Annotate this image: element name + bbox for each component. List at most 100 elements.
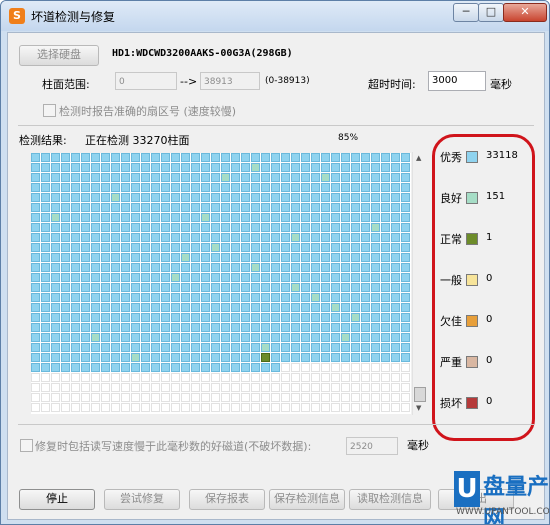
scroll-thumb[interactable] — [414, 387, 426, 402]
sector-cell — [171, 303, 180, 312]
sector-cell — [331, 223, 340, 232]
sector-cell — [161, 153, 170, 162]
sector-cell — [331, 303, 340, 312]
sector-cell — [41, 333, 50, 342]
sector-cell — [361, 293, 370, 302]
sector-cell — [101, 213, 110, 222]
sector-cell — [331, 323, 340, 332]
sector-cell — [401, 363, 410, 372]
save-info-button[interactable]: 保存检测信息 — [269, 489, 345, 510]
sector-cell — [31, 353, 40, 362]
sector-cell — [181, 373, 190, 382]
range-start-input[interactable]: 0 — [115, 72, 177, 90]
sector-cell — [61, 363, 70, 372]
sector-cell — [181, 213, 190, 222]
sector-cell — [31, 323, 40, 332]
sector-cell — [341, 303, 350, 312]
repair-slow-checkbox[interactable] — [20, 439, 33, 452]
sector-cell — [401, 193, 410, 202]
timeout-input[interactable]: 3000 — [428, 71, 486, 91]
sector-cell — [201, 353, 210, 362]
range-end-input[interactable]: 38913 — [200, 72, 260, 90]
report-sector-checkbox[interactable] — [43, 104, 56, 117]
sector-cell — [361, 193, 370, 202]
sector-cell — [71, 153, 80, 162]
sector-cell — [191, 273, 200, 282]
sector-cell — [271, 353, 280, 362]
sector-cell — [291, 403, 300, 412]
try-repair-button[interactable]: 尝试修复 — [104, 489, 180, 510]
main-panel: 选择硬盘 HD1:WDCWD3200AAKS-00G3A(298GB) 柱面范围… — [7, 32, 545, 520]
sector-cell — [361, 213, 370, 222]
sector-cell — [201, 363, 210, 372]
sector-cell — [31, 243, 40, 252]
sector-cell — [171, 173, 180, 182]
sector-cell — [101, 383, 110, 392]
sector-cell — [231, 153, 240, 162]
save-report-button[interactable]: 保存报表 — [189, 489, 265, 510]
sector-cell — [371, 383, 380, 392]
sector-cell — [231, 353, 240, 362]
sector-cell — [311, 283, 320, 292]
sector-cell — [121, 163, 130, 172]
load-info-button[interactable]: 读取检测信息 — [349, 489, 431, 510]
sector-cell — [341, 203, 350, 212]
highlight-circle — [432, 134, 535, 441]
stop-button[interactable]: 停止 — [19, 489, 95, 510]
sector-cell — [371, 363, 380, 372]
sector-cell — [311, 403, 320, 412]
sector-cell — [391, 243, 400, 252]
sector-cell — [231, 333, 240, 342]
sector-cell — [261, 323, 270, 332]
sector-cell — [381, 163, 390, 172]
sector-cell — [121, 383, 130, 392]
sector-cell — [401, 253, 410, 262]
minimize-button[interactable]: ─ — [453, 3, 479, 22]
sector-cell — [341, 323, 350, 332]
maximize-button[interactable]: □ — [478, 3, 504, 22]
scroll-down-icon[interactable]: ▼ — [416, 404, 421, 412]
sector-cell — [351, 383, 360, 392]
repair-slow-input[interactable]: 2520 — [346, 437, 398, 455]
sector-cell — [321, 163, 330, 172]
sector-cell — [201, 333, 210, 342]
sector-cell — [151, 223, 160, 232]
grid-scrollbar[interactable]: ▲ ▼ — [412, 152, 426, 415]
sector-cell — [71, 283, 80, 292]
sector-cell — [201, 263, 210, 272]
sector-cell — [111, 183, 120, 192]
sector-cell — [311, 393, 320, 402]
sector-cell — [301, 253, 310, 262]
sector-cell — [221, 303, 230, 312]
sector-cell — [141, 263, 150, 272]
sector-cell — [271, 193, 280, 202]
sector-cell — [401, 303, 410, 312]
sector-cell — [201, 323, 210, 332]
sector-cell — [31, 283, 40, 292]
sector-cell — [261, 403, 270, 412]
sector-cell — [111, 173, 120, 182]
sector-cell — [301, 343, 310, 352]
sector-cell — [161, 163, 170, 172]
sector-cell — [351, 343, 360, 352]
sector-cell — [331, 173, 340, 182]
close-button[interactable]: ✕ — [503, 3, 547, 22]
sector-cell — [231, 363, 240, 372]
sector-cell — [311, 373, 320, 382]
sector-cell — [301, 213, 310, 222]
scroll-up-icon[interactable]: ▲ — [416, 154, 421, 162]
sector-cell — [71, 403, 80, 412]
sector-cell — [321, 253, 330, 262]
sector-cell — [221, 353, 230, 362]
sector-cell — [371, 153, 380, 162]
sector-cell — [341, 233, 350, 242]
sector-cell — [301, 363, 310, 372]
sector-cell — [171, 273, 180, 282]
sector-cell — [321, 353, 330, 362]
sector-cell — [91, 403, 100, 412]
sector-cell — [401, 393, 410, 402]
sector-cell — [41, 343, 50, 352]
sector-cell — [311, 253, 320, 262]
select-disk-button[interactable]: 选择硬盘 — [19, 45, 99, 66]
sector-cell — [121, 293, 130, 302]
